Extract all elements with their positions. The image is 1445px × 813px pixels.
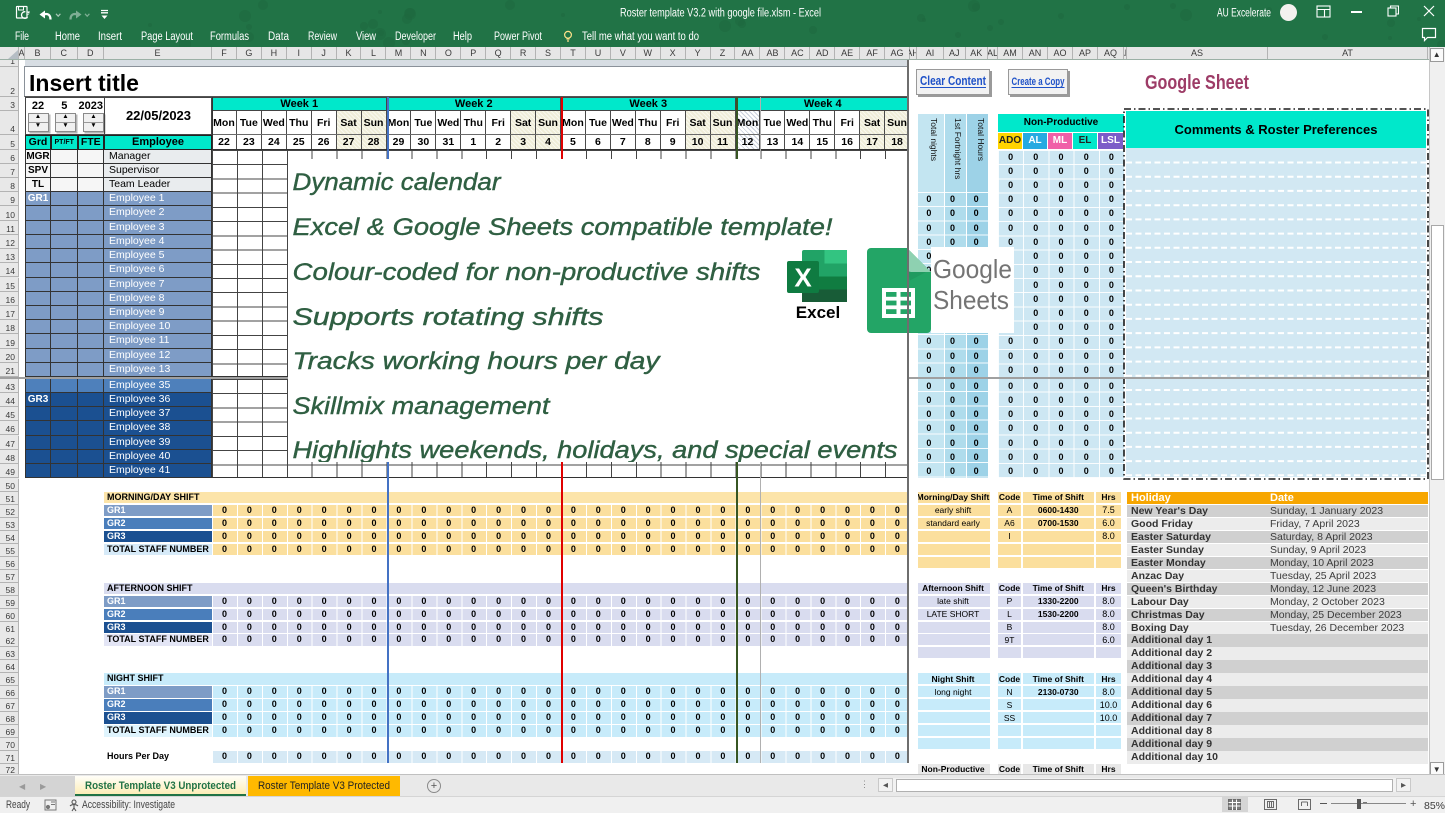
svg-text:Skillmix management: Skillmix management xyxy=(292,393,550,420)
svg-text:Data: Data xyxy=(268,31,290,43)
svg-text:Home: Home xyxy=(55,31,80,43)
svg-text:Accessibility: Investigate: Accessibility: Investigate xyxy=(82,799,175,811)
svg-text:Dynamic calendar: Dynamic calendar xyxy=(292,169,501,196)
svg-text:Formulas: Formulas xyxy=(210,31,249,43)
svg-text:Review: Review xyxy=(308,31,338,43)
svg-text:Power Pivot: Power Pivot xyxy=(494,31,543,43)
svg-text:Insert: Insert xyxy=(98,31,123,43)
svg-text:Highlights weekends, holidays,: Highlights weekends, holidays, and speci… xyxy=(292,437,897,462)
svg-text:Roster Template V3 Protected: Roster Template V3 Protected xyxy=(258,780,390,792)
svg-text:Ready: Ready xyxy=(6,799,30,811)
svg-text:View: View xyxy=(356,31,377,43)
svg-text:Roster template V3.2 with goog: Roster template V3.2 with google file.xl… xyxy=(620,8,821,20)
svg-text:AU Excelerate: AU Excelerate xyxy=(1217,8,1271,20)
svg-text:Page Layout: Page Layout xyxy=(141,31,194,43)
svg-text:File: File xyxy=(15,31,29,43)
svg-text:Clear Content: Clear Content xyxy=(920,73,987,88)
svg-text:Tracks working hours per day: Tracks working hours per day xyxy=(292,348,661,375)
svg-text:Help: Help xyxy=(453,31,472,43)
svg-text:Excel & Google Sheets compatib: Excel & Google Sheets compatible templat… xyxy=(292,214,832,241)
svg-text:Supports rotating shifts: Supports rotating shifts xyxy=(292,304,603,331)
svg-text:Google Sheet: Google Sheet xyxy=(1145,72,1249,94)
svg-text:Google: Google xyxy=(933,254,1012,284)
svg-text:Roster Template V3 Unprotected: Roster Template V3 Unprotected xyxy=(85,780,236,792)
svg-text:Tell me what you want to do: Tell me what you want to do xyxy=(582,31,699,43)
svg-text:Create a Copy: Create a Copy xyxy=(1012,76,1066,88)
svg-text:Colour-coded for non-productiv: Colour-coded for non-productive shifts xyxy=(292,259,760,286)
svg-text:Sheets: Sheets xyxy=(933,285,1009,315)
svg-text:X: X xyxy=(794,263,812,293)
svg-text:Developer: Developer xyxy=(395,31,436,43)
